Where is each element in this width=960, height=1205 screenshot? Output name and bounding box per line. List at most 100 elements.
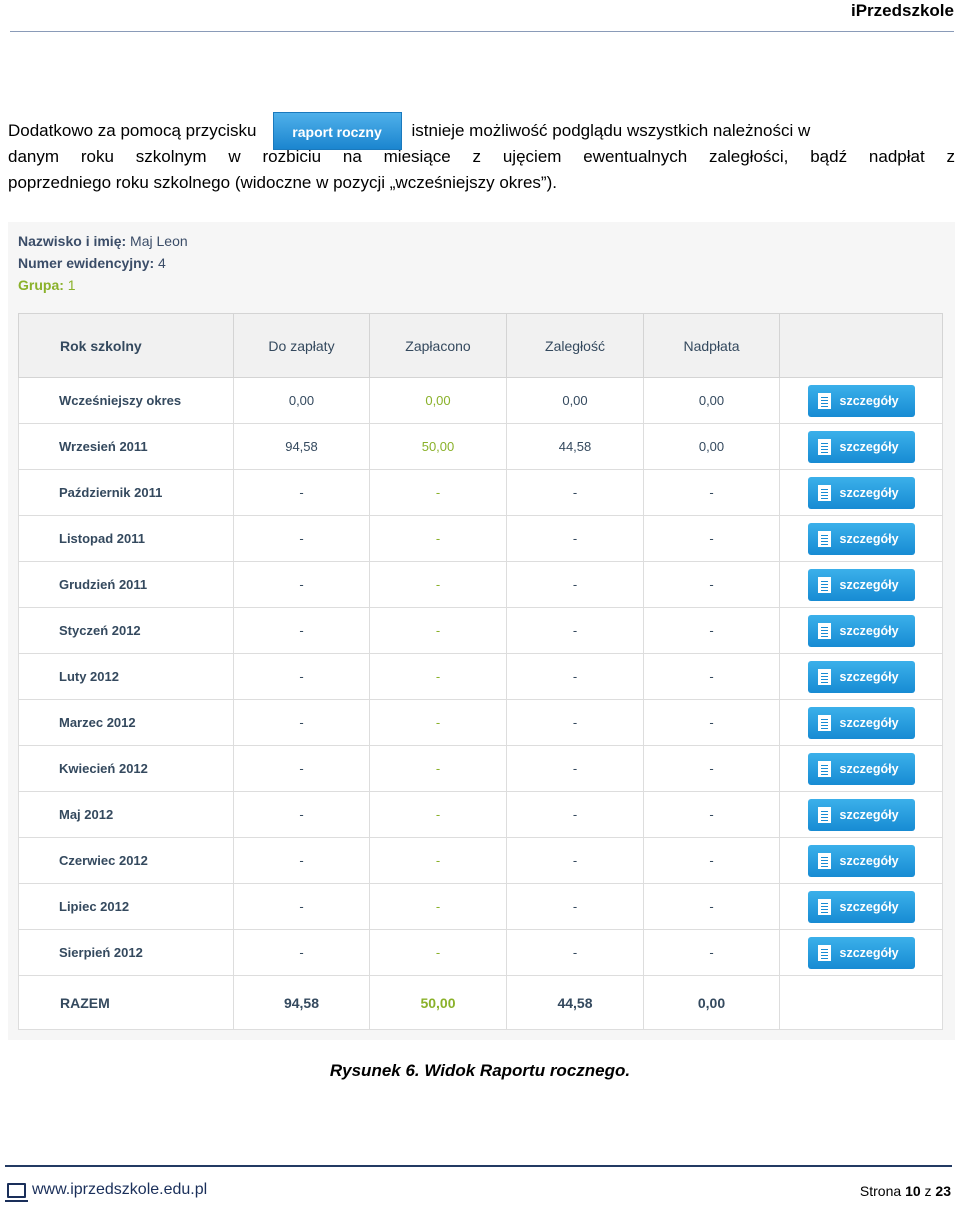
arrears-cell: - xyxy=(506,883,644,930)
due-cell: - xyxy=(233,515,370,562)
due-cell: 94,58 xyxy=(233,423,370,470)
document-icon xyxy=(817,898,831,915)
details-button[interactable]: szczegóły xyxy=(807,936,915,969)
details-button[interactable]: szczegóły xyxy=(807,752,915,785)
arrears-cell: - xyxy=(506,607,644,654)
arrears-cell: - xyxy=(506,929,644,976)
details-button[interactable]: szczegóły xyxy=(807,476,915,509)
page-total: 23 xyxy=(935,1183,951,1199)
actions-cell: szczegóły xyxy=(779,469,943,516)
details-label: szczegóły xyxy=(839,577,899,592)
month-cell: Wcześniejszy okres xyxy=(18,377,234,424)
due-cell: - xyxy=(233,699,370,746)
paid-cell: - xyxy=(369,745,507,792)
col-overpayment: Nadpłata xyxy=(643,313,780,378)
paid-cell: - xyxy=(369,653,507,700)
details-button[interactable]: szczegóły xyxy=(807,384,915,417)
document-icon xyxy=(817,484,831,501)
table-row: Czerwiec 2012- - - - szczegóły xyxy=(18,837,943,884)
details-label: szczegóły xyxy=(839,439,899,454)
arrears-cell: 44,58 xyxy=(506,423,644,470)
details-label: szczegóły xyxy=(839,393,899,408)
arrears-cell: - xyxy=(506,515,644,562)
details-button[interactable]: szczegóły xyxy=(807,430,915,463)
paid-cell: - xyxy=(369,837,507,884)
details-label: szczegóły xyxy=(839,623,899,638)
overpayment-cell: - xyxy=(643,699,780,746)
due-cell: - xyxy=(233,883,370,930)
actions-cell: szczegóły xyxy=(779,561,943,608)
overpayment-cell: - xyxy=(643,653,780,700)
computer-icon xyxy=(5,1182,28,1202)
due-cell: - xyxy=(233,653,370,700)
total-row: RAZEM 94,58 50,00 44,58 0,00 xyxy=(18,975,943,1030)
actions-cell: szczegóły xyxy=(779,377,943,424)
details-label: szczegóły xyxy=(839,807,899,822)
month-cell: Marzec 2012 xyxy=(18,699,234,746)
due-cell: - xyxy=(233,469,370,516)
details-button[interactable]: szczegóły xyxy=(807,798,915,831)
total-actions-cell xyxy=(779,975,943,1030)
arrears-cell: - xyxy=(506,653,644,700)
document-icon xyxy=(817,714,831,731)
document-icon xyxy=(817,622,831,639)
overpayment-cell: - xyxy=(643,745,780,792)
paid-cell: - xyxy=(369,699,507,746)
month-cell: Maj 2012 xyxy=(18,791,234,838)
overpayment-cell: - xyxy=(643,469,780,516)
student-group-label: Grupa: xyxy=(18,277,64,293)
document-icon xyxy=(817,852,831,869)
paid-cell: 50,00 xyxy=(369,423,507,470)
col-paid: Zapłacono xyxy=(369,313,507,378)
arrears-cell: - xyxy=(506,699,644,746)
actions-cell: szczegóły xyxy=(779,607,943,654)
intro-text-line3: poprzedniego roku szkolnego (widoczne w … xyxy=(8,173,557,192)
overpayment-cell: 0,00 xyxy=(643,423,780,470)
details-label: szczegóły xyxy=(839,485,899,500)
details-button[interactable]: szczegóły xyxy=(807,706,915,739)
table-row: Luty 2012- - - - szczegóły xyxy=(18,653,943,700)
intro-line-1: Dodatkowo za pomocą przycisku raport roc… xyxy=(8,106,955,150)
document-icon xyxy=(817,438,831,455)
details-button[interactable]: szczegóły xyxy=(807,568,915,601)
table-row: Marzec 2012- - - - szczegóły xyxy=(18,699,943,746)
due-cell: - xyxy=(233,929,370,976)
details-button[interactable]: szczegóły xyxy=(807,844,915,877)
table-row: Lipiec 2012- - - - szczegóły xyxy=(18,883,943,930)
details-label: szczegóły xyxy=(839,669,899,684)
table-row: Sierpień 2012- - - - szczegóły xyxy=(18,929,943,976)
document-icon xyxy=(817,530,831,547)
actions-cell: szczegóły xyxy=(779,653,943,700)
intro-text-after: istnieje możliwość podglądu wszystkich n… xyxy=(411,121,811,140)
student-group: 1 xyxy=(67,277,76,293)
document-icon xyxy=(817,806,831,823)
footer-website: www.iprzedszkole.edu.pl xyxy=(5,1181,207,1202)
table-row: Wcześniejszy okres 0,00 0,00 0,00 0,00 szczeg… xyxy=(18,377,943,424)
table-row: Styczeń 2012- - - - szczegóły xyxy=(18,607,943,654)
paid-cell: - xyxy=(369,469,507,516)
arrears-cell: - xyxy=(506,791,644,838)
intro-text-before: Dodatkowo za pomocą przycisku xyxy=(8,121,257,140)
total-due: 94,58 xyxy=(233,975,370,1030)
details-button[interactable]: szczegóły xyxy=(807,614,915,647)
document-icon xyxy=(817,760,831,777)
due-cell: - xyxy=(233,745,370,792)
table-row: Październik 2011- - - - szczegóły xyxy=(18,469,943,516)
paid-cell: - xyxy=(369,607,507,654)
raport-roczny-button[interactable]: raport roczny xyxy=(272,112,402,150)
details-label: szczegóły xyxy=(839,853,899,868)
student-number: 4 xyxy=(158,255,166,271)
month-cell: Lipiec 2012 xyxy=(18,883,234,930)
month-cell: Grudzień 2011 xyxy=(18,561,234,608)
document-icon xyxy=(817,576,831,593)
details-button[interactable]: szczegóły xyxy=(807,522,915,555)
total-overpayment: 0,00 xyxy=(643,975,780,1030)
footer-url[interactable]: www.iprzedszkole.edu.pl xyxy=(32,1181,207,1199)
details-button[interactable]: szczegóły xyxy=(807,660,915,693)
footer-divider xyxy=(5,1165,952,1167)
header-brand: iPrzedszkole xyxy=(851,1,954,20)
details-label: szczegóły xyxy=(839,899,899,914)
table-row: Wrzesień 2011 94,58 50,00 44,58 0,00 szczegół… xyxy=(18,423,943,470)
details-button[interactable]: szczegóły xyxy=(807,890,915,923)
overpayment-cell: - xyxy=(643,791,780,838)
